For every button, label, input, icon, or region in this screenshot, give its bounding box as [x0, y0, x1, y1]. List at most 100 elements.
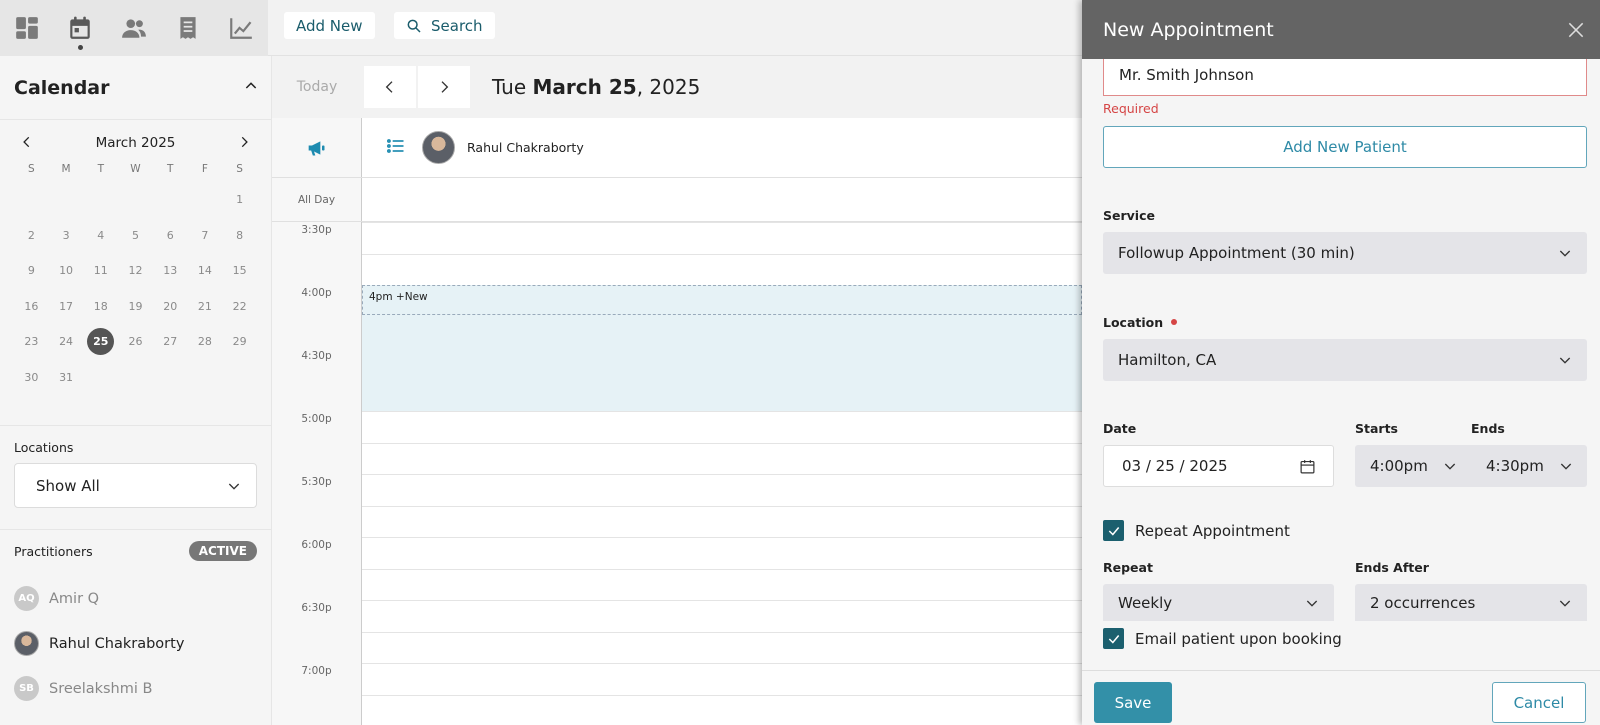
next-month-button[interactable] [237, 134, 251, 153]
day-grid: Rahul Chakraborty All Day 3:30p 4:00p 4:30… [272, 118, 1082, 725]
time-slot-cell[interactable] [362, 537, 1082, 569]
chevron-down-icon [1559, 250, 1571, 257]
chevron-right-icon [441, 81, 449, 93]
email-patient-checkbox[interactable]: Email patient upon booking [1103, 628, 1342, 649]
calendar-day[interactable]: 14 [188, 253, 223, 289]
calendar-day-empty [49, 182, 84, 218]
save-button[interactable]: Save [1094, 682, 1172, 723]
calendar-day[interactable]: 9 [14, 253, 49, 289]
calendar-day[interactable]: 18 [83, 289, 118, 325]
prev-day-button[interactable] [364, 66, 416, 108]
calendar-day[interactable]: 4 [83, 218, 118, 254]
time-slot-cell[interactable] [362, 505, 1082, 538]
calendar-day[interactable]: 3 [49, 218, 84, 254]
ends-after-label: Ends After [1355, 560, 1429, 575]
time-slot-row: 5:00p [272, 411, 1082, 443]
calendar-day[interactable]: 26 [118, 324, 153, 360]
start-time-select[interactable]: 4:00pm [1355, 445, 1471, 487]
calendar-day[interactable]: 31 [49, 360, 84, 396]
time-slot-cell[interactable] [362, 568, 1082, 601]
time-slot-cell[interactable] [362, 474, 1082, 506]
calendar-day[interactable]: 11 [83, 253, 118, 289]
time-slot-cell[interactable] [362, 253, 1082, 286]
search-button[interactable]: Search [394, 12, 495, 39]
repeat-appointment-label: Repeat Appointment [1135, 521, 1290, 540]
time-label [272, 253, 362, 285]
search-label: Search [431, 16, 483, 35]
dashboard-icon[interactable] [0, 0, 54, 56]
time-slot-cell[interactable] [362, 631, 1082, 664]
all-day-cell[interactable] [362, 178, 1082, 221]
practitioner-item[interactable]: SB Sreelakshmi B [14, 666, 257, 711]
receipt-icon[interactable] [161, 0, 215, 56]
checkbox-checked-icon [1103, 520, 1124, 541]
calendar-day[interactable]: 23 [14, 324, 49, 360]
calendar-week: 9 10 11 12 13 14 15 [14, 253, 257, 289]
time-slot-cell[interactable] [362, 411, 1082, 443]
people-icon[interactable] [107, 0, 161, 56]
time-slot-row [272, 442, 1082, 475]
calendar-day[interactable]: 16 [14, 289, 49, 325]
patient-field[interactable]: Mr. Smith Johnson [1103, 59, 1587, 96]
time-slot-cell[interactable] [362, 600, 1082, 632]
time-slot-row [272, 694, 1082, 725]
calendar-day[interactable]: 20 [153, 289, 188, 325]
calendar-day[interactable]: 22 [222, 289, 257, 325]
date-input[interactable]: 03 / 25 / 2025 [1103, 445, 1334, 487]
service-select[interactable]: Followup Appointment (30 min) [1103, 232, 1587, 274]
weekday-label: F [201, 163, 208, 175]
active-filter-badge[interactable]: ACTIVE [188, 541, 257, 561]
end-time-select[interactable]: 4:30pm [1471, 445, 1587, 487]
calendar-day[interactable]: 13 [153, 253, 188, 289]
next-day-button[interactable] [418, 66, 470, 108]
repeat-select[interactable]: Weekly [1103, 584, 1334, 621]
calendar-day[interactable]: 7 [188, 218, 223, 254]
add-new-patient-button[interactable]: Add New Patient [1103, 126, 1587, 168]
location-select[interactable]: Hamilton, CA [1103, 339, 1587, 381]
calendar-day[interactable]: 28 [188, 324, 223, 360]
prev-month-button[interactable] [20, 134, 34, 153]
calendar-day[interactable]: 24 [49, 324, 84, 360]
cancel-button[interactable]: Cancel [1492, 682, 1586, 723]
service-value: Followup Appointment (30 min) [1118, 244, 1355, 262]
ends-after-select[interactable]: 2 occurrences [1355, 584, 1587, 621]
calendar-day[interactable]: 25 [83, 324, 118, 360]
calendar-day[interactable]: 6 [153, 218, 188, 254]
calendar-day[interactable]: 12 [118, 253, 153, 289]
time-slot-cell[interactable] [362, 663, 1082, 695]
calendar-day[interactable]: 29 [222, 324, 257, 360]
today-button[interactable]: Today [272, 79, 362, 95]
search-icon [407, 19, 421, 33]
close-icon[interactable] [1566, 20, 1586, 40]
calendar-day[interactable]: 1 [222, 182, 257, 218]
calendar-day[interactable]: 8 [222, 218, 257, 254]
calendar-day[interactable]: 17 [49, 289, 84, 325]
practitioner-item[interactable]: AQ Amir Q [14, 576, 257, 621]
appointment-form: Mr. Smith Johnson Required Add New Patie… [1103, 59, 1587, 621]
chart-icon[interactable] [214, 0, 268, 56]
calendar-day[interactable]: 15 [222, 253, 257, 289]
calendar-day[interactable]: 27 [153, 324, 188, 360]
chevron-up-icon[interactable] [243, 78, 259, 98]
time-slot-cell[interactable] [362, 222, 1082, 254]
location-filter-select[interactable]: Show All [14, 463, 257, 508]
calendar-day[interactable]: 21 [188, 289, 223, 325]
calendar-day[interactable]: 19 [118, 289, 153, 325]
practitioner-item[interactable]: Rahul Chakraborty [14, 621, 257, 666]
selected-day[interactable]: 25 [87, 328, 115, 356]
megaphone-icon[interactable] [272, 118, 362, 177]
panel-title: New Appointment [1103, 18, 1274, 41]
date-month-day: March 25 [532, 75, 637, 99]
calendar-day[interactable]: 30 [14, 360, 49, 396]
calendar-day[interactable]: 10 [49, 253, 84, 289]
calendar-day[interactable]: 2 [14, 218, 49, 254]
time-slot-cell[interactable] [362, 694, 1082, 725]
list-view-icon[interactable] [386, 136, 406, 159]
time-slot-cell[interactable] [362, 442, 1082, 475]
new-appointment-slot[interactable]: 4pm +New [362, 285, 1082, 315]
repeat-appointment-checkbox[interactable]: Repeat Appointment [1103, 520, 1587, 541]
calendar-day[interactable]: 5 [118, 218, 153, 254]
calendar-icon[interactable] [54, 0, 108, 56]
add-new-button[interactable]: Add New [284, 12, 375, 39]
calendar-picker-icon[interactable] [1299, 458, 1316, 475]
